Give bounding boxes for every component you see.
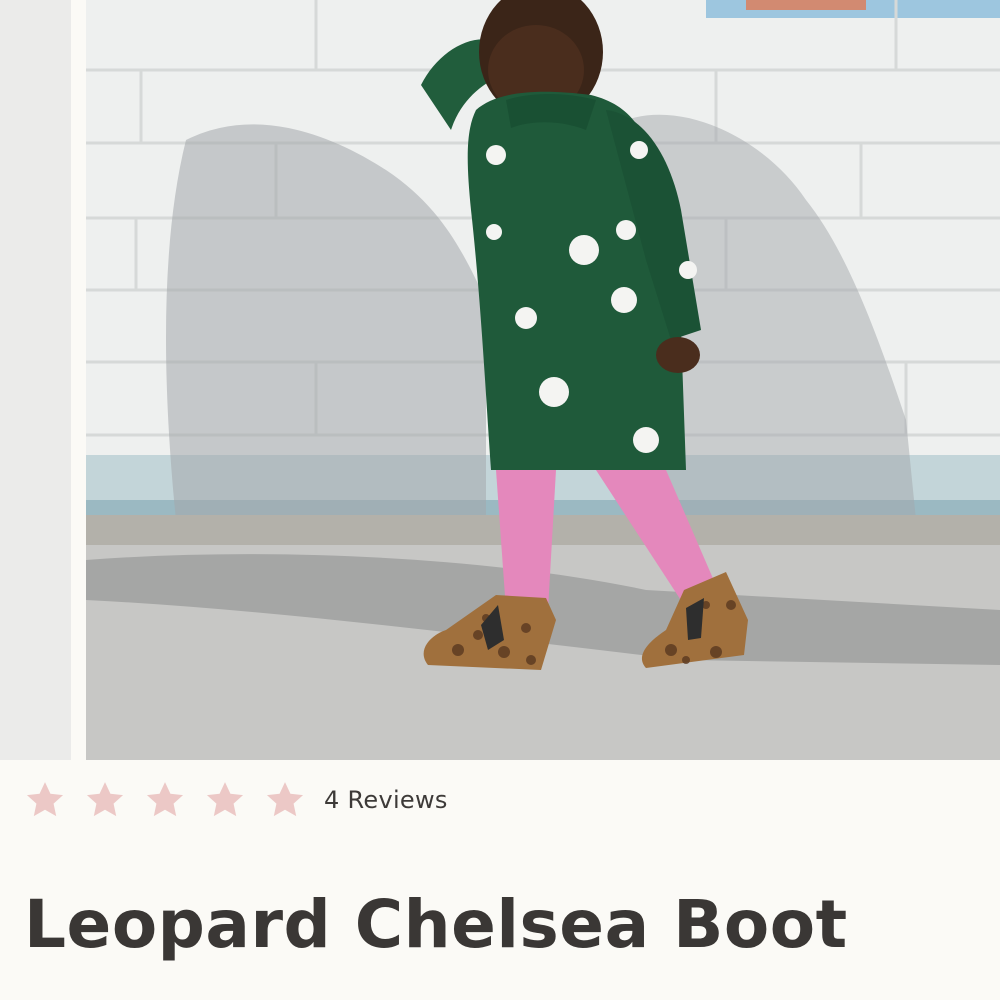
star-icon <box>204 779 246 821</box>
product-image-gallery[interactable] <box>0 0 1000 760</box>
star-rating[interactable] <box>24 779 324 821</box>
star-icon <box>144 779 186 821</box>
rating-row: 4 Reviews <box>24 770 448 830</box>
reviews-link[interactable]: 4 Reviews <box>324 786 448 814</box>
product-photo-illustration <box>86 0 1000 760</box>
product-title: Leopard Chelsea Boot <box>24 886 848 963</box>
product-page: 4 Reviews Leopard Chelsea Boot <box>0 0 1000 1000</box>
star-icon <box>84 779 126 821</box>
product-photo[interactable] <box>86 0 1000 760</box>
star-icon <box>24 779 66 821</box>
star-icon <box>264 779 306 821</box>
previous-image-peek[interactable] <box>0 0 71 760</box>
